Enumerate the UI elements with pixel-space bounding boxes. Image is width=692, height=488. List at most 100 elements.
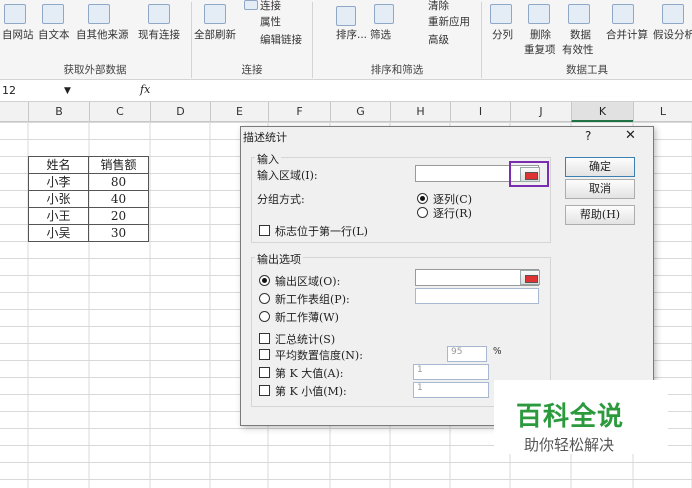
close-icon[interactable]: ✕ <box>625 128 636 143</box>
summary-stats-label: 汇总统计(S) <box>275 333 336 346</box>
cancel-button[interactable]: 取消 <box>565 179 635 199</box>
properties-button[interactable]: 属性 <box>260 14 281 29</box>
confidence-checkbox[interactable] <box>259 349 270 360</box>
column-header-g[interactable]: G <box>330 102 390 122</box>
other-sources-icon <box>88 4 110 24</box>
new-workbook-label: 新工作薄(W) <box>275 311 339 324</box>
existing-connections-icon <box>148 4 170 24</box>
data-validation-icon <box>568 4 590 24</box>
row2-sales[interactable]: 40 <box>88 190 149 208</box>
column-header-i[interactable]: I <box>450 102 510 122</box>
row3-name[interactable]: 小王 <box>28 207 89 225</box>
column-header-k[interactable]: K <box>571 102 633 122</box>
kth-smallest-label: 第 K 小值(M): <box>275 385 347 398</box>
clear-button[interactable]: 清除 <box>428 0 449 13</box>
formula-bar: 12 ▼ fx <box>0 80 692 102</box>
refresh-all-icon <box>204 4 226 24</box>
row2-name[interactable]: 小张 <box>28 190 89 208</box>
remove-duplicates-button[interactable]: 删除 <box>530 27 551 42</box>
group-data-tools: 数据工具 <box>566 64 608 76</box>
column-header-h[interactable]: H <box>390 102 450 122</box>
new-workbook-radio[interactable] <box>259 311 270 322</box>
output-range-collapse-button[interactable] <box>520 270 540 285</box>
existing-connections-button[interactable]: 现有连接 <box>138 27 180 42</box>
from-text-button[interactable]: 自文本 <box>38 27 70 42</box>
kth-largest-field[interactable]: 1 <box>413 364 489 380</box>
text-file-icon <box>42 4 64 24</box>
confidence-value: 95 <box>451 347 463 357</box>
kth-smallest-field[interactable]: 1 <box>413 382 489 398</box>
column-header-l[interactable]: L <box>633 102 692 122</box>
filter-button[interactable]: 筛选 <box>370 27 391 42</box>
from-web-button[interactable]: 自网站 <box>2 27 34 42</box>
input-range-collapse-button[interactable] <box>520 167 540 182</box>
text-to-columns-icon <box>490 4 512 24</box>
row4-sales[interactable]: 30 <box>88 224 149 242</box>
output-range-radio[interactable] <box>259 275 270 286</box>
sort-button[interactable]: 排序... <box>336 27 367 42</box>
by-column-radio[interactable] <box>417 193 428 204</box>
by-row-radio[interactable] <box>417 207 428 218</box>
advanced-button[interactable]: 高级 <box>428 32 449 47</box>
header-sales[interactable]: 销售额 <box>88 156 149 174</box>
refresh-all-button[interactable]: 全部刷新 <box>194 27 236 42</box>
remove-duplicates-icon <box>528 4 550 24</box>
column-header-b[interactable]: B <box>28 102 89 122</box>
consolidate-icon <box>612 4 634 24</box>
data-validation-label: 有效性 <box>562 44 594 56</box>
row4-name[interactable]: 小吴 <box>28 224 89 242</box>
output-section-label: 输出选项 <box>255 251 303 267</box>
confidence-field[interactable]: 95 <box>447 346 487 362</box>
row1-sales[interactable]: 80 <box>88 173 149 191</box>
filter-icon <box>374 4 394 24</box>
new-sheet-label: 新工作表组(P): <box>275 293 350 306</box>
column-header-j[interactable]: J <box>510 102 571 122</box>
kth-largest-checkbox[interactable] <box>259 367 270 378</box>
header-name[interactable]: 姓名 <box>28 156 89 174</box>
labels-first-row-checkbox[interactable] <box>259 225 270 236</box>
column-header-c[interactable]: C <box>89 102 150 122</box>
kth-largest-value: 1 <box>417 365 423 375</box>
input-section-label: 输入 <box>255 151 281 167</box>
help-button[interactable]: 帮助(H) <box>565 205 635 225</box>
input-range-label: 输入区域(I): <box>257 169 318 182</box>
connections-button[interactable]: 连接 <box>260 0 281 13</box>
output-range-label: 输出区域(O): <box>275 275 341 288</box>
kth-smallest-value: 1 <box>417 383 423 393</box>
text-to-columns-button[interactable]: 分列 <box>492 27 513 42</box>
column-header-e[interactable]: E <box>210 102 268 122</box>
select-all-corner[interactable] <box>0 102 28 122</box>
ribbon: 自网站 自文本 自其他来源 现有连接 获取外部数据 全部刷新 连接 属性 编辑链… <box>0 0 692 80</box>
column-header-d[interactable]: D <box>150 102 210 122</box>
watermark-subtitle: 助你轻松解决 <box>524 436 615 454</box>
kth-smallest-checkbox[interactable] <box>259 385 270 396</box>
group-get-external-data: 获取外部数据 <box>63 64 127 76</box>
row1-name[interactable]: 小李 <box>28 173 89 191</box>
remove-duplicates-label: 重复项 <box>524 44 556 56</box>
sort-az-icon <box>336 6 356 26</box>
data-validation-button[interactable]: 数据 <box>570 27 591 42</box>
group-sort-filter: 排序和筛选 <box>370 64 424 76</box>
what-if-icon <box>662 4 684 24</box>
summary-stats-checkbox[interactable] <box>259 333 270 344</box>
edit-links-button[interactable]: 编辑链接 <box>260 32 302 47</box>
reapply-button[interactable]: 重新应用 <box>428 14 470 29</box>
group-connections: 连接 <box>241 64 263 76</box>
row3-sales[interactable]: 20 <box>88 207 149 225</box>
new-sheet-radio[interactable] <box>259 293 270 304</box>
new-sheet-field[interactable] <box>415 288 539 304</box>
connections-icon <box>244 0 258 10</box>
dialog-title: 描述统计 <box>243 131 287 144</box>
ok-button[interactable]: 确定 <box>565 157 635 177</box>
fx-icon[interactable]: fx <box>140 83 150 96</box>
watermark: 百科全说 助你轻松解决 <box>494 380 668 454</box>
kth-largest-label: 第 K 大值(A): <box>275 367 344 380</box>
column-header-f[interactable]: F <box>268 102 330 122</box>
help-icon[interactable]: ? <box>585 129 591 143</box>
by-row-label: 逐行(R) <box>433 207 472 220</box>
what-if-button[interactable]: 假设分析 <box>653 27 692 42</box>
grouping-label: 分组方式: <box>257 193 305 206</box>
consolidate-button[interactable]: 合并计算 <box>606 27 648 42</box>
from-other-sources-button[interactable]: 自其他来源 <box>76 27 129 42</box>
name-box[interactable]: 12 ▼ <box>0 82 118 100</box>
